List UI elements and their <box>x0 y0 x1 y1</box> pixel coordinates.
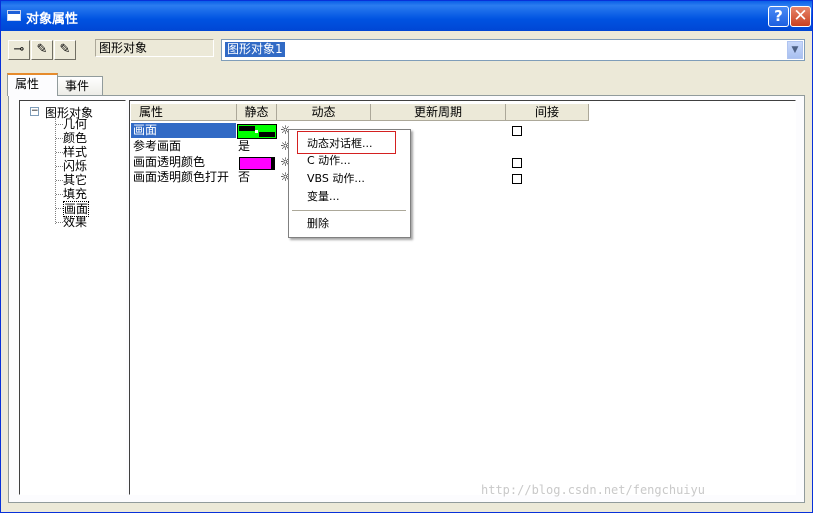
object-name-combobox[interactable]: 图形对象1 ▼ <box>221 39 805 61</box>
column-header-static[interactable]: 静态 <box>237 104 277 121</box>
tree-connector <box>56 152 63 153</box>
highlight-box <box>297 131 396 154</box>
pin-button[interactable]: ⊸ <box>8 40 30 60</box>
column-header-property[interactable]: 属性 <box>131 104 237 121</box>
pipette-icon: ✎ <box>36 42 48 57</box>
tree-item-filling[interactable]: 填充 <box>63 187 87 201</box>
indirect-checkbox[interactable] <box>512 158 522 168</box>
menu-item-c-action[interactable]: C 动作... <box>307 154 351 168</box>
tree-connector <box>56 194 63 195</box>
menu-separator <box>292 210 406 211</box>
tree-item-effects[interactable]: 效果 <box>63 215 87 229</box>
window-icon <box>7 10 21 21</box>
watermark: http://blog.csdn.net/fengchuiyu <box>481 483 705 497</box>
indirect-checkbox[interactable] <box>512 174 522 184</box>
tree-item-flashing[interactable]: 闪烁 <box>63 159 87 173</box>
column-header-indirect[interactable]: 间接 <box>506 104 589 121</box>
tree-connector <box>56 208 63 209</box>
window-title: 对象属性 <box>26 12 79 27</box>
row-picture-name[interactable]: 画面 <box>131 123 236 138</box>
pipette-copy-button[interactable]: ✎ <box>54 40 76 60</box>
tree-collapse-icon[interactable]: − <box>30 107 39 116</box>
object-type-label: 图形对象 <box>95 39 214 57</box>
transparent-color-swatch[interactable] <box>239 157 275 170</box>
help-button[interactable]: ? <box>768 6 789 27</box>
pipette-copy-icon: ✎ <box>59 42 71 57</box>
tree-item-misc[interactable]: 其它 <box>63 173 87 187</box>
menu-item-vbs-action[interactable]: VBS 动作... <box>307 172 365 186</box>
row-transparent-color-on-static[interactable]: 否 <box>238 170 250 185</box>
tree-item-geometry[interactable]: 几何 <box>63 117 87 131</box>
tree-item-colors[interactable]: 颜色 <box>63 131 87 145</box>
row-reference-picture-static[interactable]: 是 <box>238 139 250 154</box>
tree-connector <box>56 180 63 181</box>
tree-item-style[interactable]: 样式 <box>63 145 87 159</box>
row-transparent-color-name[interactable]: 画面透明颜色 <box>133 155 205 170</box>
close-button[interactable]: ✕ <box>790 6 811 27</box>
tree-connector <box>56 138 63 139</box>
row-reference-picture-name[interactable]: 参考画面 <box>133 139 181 154</box>
pipette-button[interactable]: ✎ <box>31 40 53 60</box>
pin-icon: ⊸ <box>13 42 25 57</box>
preview-detail <box>255 130 258 133</box>
chevron-down-icon[interactable]: ▼ <box>787 41 803 59</box>
menu-item-tag[interactable]: 变量... <box>307 190 340 204</box>
picture-preview-thumbnail[interactable] <box>237 124 277 139</box>
title-bar[interactable]: 对象属性 ? ✕ <box>1 1 812 31</box>
tab-events[interactable]: 事件 <box>57 76 103 96</box>
column-header-update-cycle[interactable]: 更新周期 <box>371 104 506 121</box>
row-transparent-color-on-name[interactable]: 画面透明颜色打开 <box>133 170 229 185</box>
property-grid <box>129 100 796 495</box>
menu-item-delete[interactable]: 删除 <box>307 217 329 231</box>
object-name-value: 图形对象1 <box>225 42 285 57</box>
preview-detail <box>239 126 255 131</box>
preview-detail <box>259 132 275 137</box>
indirect-checkbox[interactable] <box>512 126 522 136</box>
tree-connector <box>56 124 63 125</box>
tree-connector <box>56 166 63 167</box>
object-properties-window: 对象属性 ? ✕ ⊸ ✎ ✎ 图形对象 图形对象1 ▼ 属性 事件 − 图形对象… <box>0 0 813 513</box>
tree-connector <box>56 222 63 223</box>
column-header-dynamic[interactable]: 动态 <box>277 104 371 121</box>
tab-properties[interactable]: 属性 <box>7 73 58 96</box>
